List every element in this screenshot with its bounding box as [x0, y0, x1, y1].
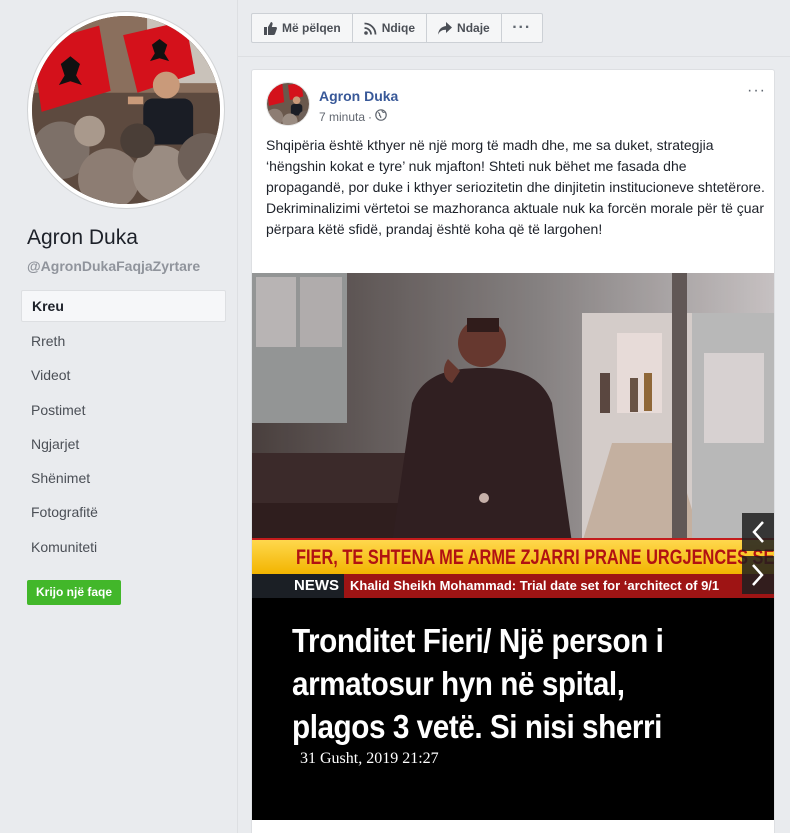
post-card: Agron Duka 7 minuta · ··· Shqipëria ësht…: [251, 69, 775, 833]
article-date: 31 Gusht, 2019 21:27: [300, 750, 439, 767]
follow-button[interactable]: Ndiqe: [353, 14, 428, 42]
news-label: NEWS: [252, 574, 344, 598]
post-options-button[interactable]: ···: [747, 82, 766, 100]
post-author-avatar[interactable]: [266, 82, 310, 126]
like-page-label: Më pëlqen: [282, 21, 341, 35]
like-page-button[interactable]: Më pëlqen: [252, 14, 353, 42]
article-headline: Tronditet Fieri/ Një person i armatosur …: [292, 619, 715, 748]
share-arrow-icon: [438, 21, 453, 35]
profile-picture[interactable]: [28, 12, 224, 208]
nav-item-about[interactable]: Rreth: [21, 324, 226, 358]
nav-item-home[interactable]: Kreu: [21, 290, 226, 322]
chevron-right-icon: [752, 564, 764, 586]
author-avatar-image: [267, 83, 309, 125]
headline-line: Tronditet Fieri/ Një person i: [292, 622, 664, 659]
left-column: Agron Duka @AgronDukaFaqjaZyrtare Kreu R…: [0, 0, 238, 833]
nav-item-community[interactable]: Komuniteti: [21, 530, 226, 564]
post-image[interactable]: FIER, TE SHTENA ME ARME ZJARRI PRANE URG…: [252, 273, 774, 820]
carousel-prev-button[interactable]: [742, 513, 774, 551]
headline-line: plagos 3 vetë. Si nisi sherri: [292, 708, 662, 745]
headline-line: armatosur hyn në spital,: [292, 665, 625, 702]
page-action-bar: Më pëlqen Ndiqe Ndaje ···: [251, 13, 543, 43]
profile-photo-image: [32, 16, 220, 204]
post-author-name[interactable]: Agron Duka: [319, 88, 398, 104]
follow-label: Ndiqe: [381, 21, 416, 35]
share-label: Ndaje: [457, 21, 490, 35]
create-page-button[interactable]: Krijo një faqe: [27, 580, 122, 605]
post-text: Shqipëria është kthyer në një morg të ma…: [266, 137, 765, 237]
more-options-button[interactable]: ···: [502, 14, 542, 42]
nav-item-events[interactable]: Ngjarjet: [21, 427, 226, 461]
thumbs-up-icon: [263, 21, 277, 35]
page-nav: Kreu Rreth Videot Postimet Ngjarjet Shën…: [21, 290, 226, 564]
nav-item-photos[interactable]: Fotografitë: [21, 495, 226, 529]
page-handle[interactable]: @AgronDukaFaqjaZyrtare: [27, 258, 200, 274]
news-headline-ticker: FIER, TE SHTENA ME ARME ZJARRI PRANE URG…: [252, 538, 774, 574]
globe-icon[interactable]: [375, 109, 387, 124]
carousel-next-button[interactable]: [742, 556, 774, 594]
page-name[interactable]: Agron Duka: [27, 226, 138, 250]
news-crawl-text: Khalid Sheikh Mohammad: Trial date set f…: [344, 574, 774, 598]
ticker-headline-text: FIER, TE SHTENA ME ARME ZJARRI PRANE URG…: [296, 546, 774, 569]
news-crawl-ticker: NEWS Khalid Sheikh Mohammad: Trial date …: [252, 574, 774, 598]
post-meta: 7 minuta ·: [319, 109, 387, 124]
nav-item-posts[interactable]: Postimet: [21, 393, 226, 427]
nav-item-videos[interactable]: Videot: [21, 358, 226, 392]
post-timestamp[interactable]: 7 minuta: [319, 110, 365, 124]
rss-icon: [363, 22, 377, 35]
separator-dot: ·: [368, 109, 373, 124]
chevron-left-icon: [752, 521, 764, 543]
share-button[interactable]: Ndaje: [427, 14, 502, 42]
divider: [238, 56, 790, 57]
nav-item-notes[interactable]: Shënimet: [21, 461, 226, 495]
